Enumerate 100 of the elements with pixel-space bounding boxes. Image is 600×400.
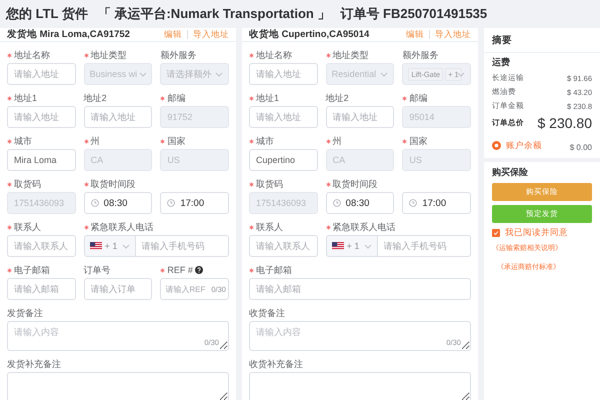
field-label: 地址类型 bbox=[332, 48, 369, 62]
required-icon bbox=[7, 224, 12, 230]
agreement-label: 我已阅读并同意 bbox=[505, 227, 568, 239]
action-link[interactable]: 编辑 bbox=[164, 28, 182, 40]
carrier-title: 「 承运平台:Numark Transportation 」 bbox=[98, 5, 330, 23]
textarea-field[interactable] bbox=[249, 372, 471, 400]
clock-icon bbox=[167, 199, 176, 207]
field-label: 城市 bbox=[14, 134, 32, 148]
flag-icon bbox=[90, 242, 102, 250]
required-icon bbox=[326, 52, 331, 58]
caret-icon bbox=[214, 72, 223, 76]
field-label: 邮编 bbox=[409, 92, 428, 104]
required-icon bbox=[249, 268, 254, 272]
time-field[interactable]: 17:00 bbox=[160, 192, 229, 214]
checkbox[interactable] bbox=[492, 229, 500, 237]
required-icon bbox=[249, 182, 254, 186]
time-field[interactable]: 08:30 bbox=[326, 192, 394, 214]
input-field[interactable]: 请输入地址 bbox=[326, 106, 394, 128]
field-label: REF # bbox=[167, 265, 193, 275]
input-field[interactable]: 请输入地址 bbox=[249, 63, 318, 85]
required-icon bbox=[7, 96, 12, 100]
input-field[interactable]: 请输入邮箱 bbox=[7, 278, 76, 300]
action-link[interactable]: 导入地址 bbox=[435, 28, 471, 40]
field-label: 国家 bbox=[409, 134, 428, 148]
field-label: 电子邮箱 bbox=[256, 264, 292, 276]
input-field[interactable]: 请输入邮箱 bbox=[249, 278, 471, 300]
field-label: 城市 bbox=[256, 134, 274, 148]
summary-title: 摘要 bbox=[492, 34, 512, 46]
phone-input[interactable]: 请输入手机号码 bbox=[378, 235, 471, 257]
country-select[interactable]: + 1 bbox=[84, 235, 136, 257]
field-label: 联系人 bbox=[14, 220, 41, 234]
required-icon bbox=[84, 182, 89, 186]
field-label: 订单号 bbox=[84, 264, 111, 276]
radio-button[interactable] bbox=[492, 141, 501, 150]
input-field[interactable]: 请输入联系人 bbox=[7, 235, 76, 257]
field-label: 取货码 bbox=[256, 178, 283, 190]
required-icon bbox=[160, 268, 166, 272]
input-field[interactable]: 请输入地址 bbox=[249, 106, 318, 128]
input-field[interactable]: 请输入地址 bbox=[7, 63, 76, 85]
required-icon bbox=[84, 138, 89, 144]
field-label: 地址1 bbox=[14, 92, 38, 104]
input-field[interactable]: Cupertino bbox=[249, 149, 318, 171]
time-field[interactable]: 17:00 bbox=[402, 192, 471, 214]
field-label: 电子邮箱 bbox=[14, 264, 50, 276]
panel-title: 发货地 Mira Loma,CA91752 bbox=[7, 28, 130, 41]
field-label: 发货补充备注 bbox=[7, 358, 61, 370]
required-icon bbox=[249, 52, 254, 58]
field-label: 取货时间段 bbox=[90, 178, 136, 190]
caret-icon bbox=[364, 244, 372, 248]
field-label: 地址2 bbox=[326, 92, 349, 104]
required-icon bbox=[326, 224, 331, 230]
input-field[interactable]: 请输入订单 bbox=[84, 278, 152, 300]
caret-icon bbox=[456, 72, 465, 76]
field-label: 取货码 bbox=[14, 178, 41, 190]
required-icon bbox=[7, 138, 12, 144]
field-label: 发货备注 bbox=[7, 306, 43, 320]
field-label: 联系人 bbox=[256, 220, 283, 234]
required-icon bbox=[160, 138, 166, 144]
required-icon bbox=[160, 96, 166, 100]
field-label: 地址类型 bbox=[90, 48, 127, 62]
required-icon bbox=[249, 96, 254, 100]
field-label: 国家 bbox=[167, 134, 186, 148]
caret-icon bbox=[380, 72, 388, 76]
total-amount: $ 230.80 bbox=[538, 115, 592, 131]
field-label: 收货补充备注 bbox=[249, 358, 303, 370]
action-link[interactable]: 编辑 bbox=[406, 28, 424, 40]
field-label: 州 bbox=[90, 134, 100, 148]
flag-icon bbox=[332, 242, 344, 250]
field-label: 地址名称 bbox=[256, 48, 292, 62]
field-label: 地址1 bbox=[256, 92, 280, 104]
required-icon bbox=[326, 138, 331, 144]
order-number: 订单号 FB250701491535 bbox=[340, 5, 488, 23]
input-field[interactable]: 请输入联系人 bbox=[249, 235, 318, 257]
field-label: 额外服务 bbox=[402, 48, 438, 62]
phone-input[interactable]: 请输入手机号码 bbox=[136, 235, 229, 257]
field-label: 州 bbox=[332, 134, 342, 148]
field-label: 取货时间段 bbox=[332, 178, 378, 190]
required-icon bbox=[7, 268, 12, 272]
page-title: 您的 LTL 货件 bbox=[6, 5, 88, 23]
required-icon bbox=[7, 52, 12, 58]
clock-icon bbox=[409, 199, 418, 207]
input-field[interactable]: 请输入地址 bbox=[7, 106, 76, 128]
payment-amount: $ 0.00 bbox=[570, 143, 592, 152]
field-label: 地址2 bbox=[84, 92, 107, 104]
field-label: 紧急联系人电话 bbox=[332, 220, 396, 234]
field-label: 紧急联系人电话 bbox=[90, 220, 154, 234]
payment-label: 账户余额 bbox=[506, 140, 542, 152]
input-field[interactable]: Mira Loma bbox=[7, 149, 76, 171]
section-title: 购买保险 bbox=[492, 166, 529, 179]
textarea-field[interactable] bbox=[7, 372, 229, 400]
caret-icon bbox=[139, 72, 148, 76]
required-icon bbox=[249, 224, 254, 230]
action-link[interactable]: 导入地址 bbox=[193, 28, 229, 40]
country-select[interactable]: + 1 bbox=[326, 235, 378, 257]
field-label: 地址名称 bbox=[14, 48, 50, 62]
required-icon bbox=[402, 96, 408, 100]
field-label: 邮编 bbox=[167, 92, 186, 104]
input-field[interactable]: 请输入地址 bbox=[84, 106, 152, 128]
time-field[interactable]: 08:30 bbox=[84, 192, 152, 214]
required-icon bbox=[249, 138, 254, 144]
